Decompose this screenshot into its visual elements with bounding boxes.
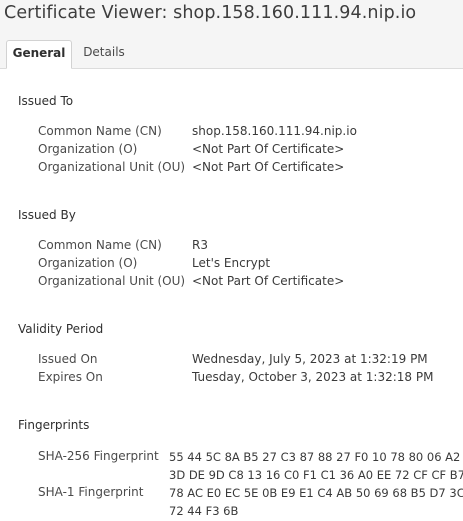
issued-to-o-row: Organization (O) <Not Part Of Certificat… [0, 142, 463, 160]
sha256-value-line-2: 3D DE 9D C8 13 16 C0 F1 C1 36 A0 EE 72 C… [169, 468, 463, 482]
issued-by-cn-label: Common Name (CN) [38, 238, 162, 252]
tab-general[interactable]: General [6, 40, 72, 69]
issued-by-ou-value: <Not Part Of Certificate> [192, 274, 345, 288]
expires-on-value: Tuesday, October 3, 2023 at 1:32:18 PM [192, 370, 434, 384]
issued-on-row: Issued On Wednesday, July 5, 2023 at 1:3… [0, 352, 463, 370]
sha1-label: SHA-1 Fingerprint [38, 485, 144, 499]
issued-by-o-value: Let's Encrypt [192, 256, 271, 270]
issued-on-value: Wednesday, July 5, 2023 at 1:32:19 PM [192, 352, 428, 366]
title-bar[interactable]: Certificate Viewer: shop.158.160.111.94.… [0, 0, 463, 32]
issued-to-cn-row: Common Name (CN) shop.158.160.111.94.nip… [0, 124, 463, 142]
fingerprints-heading: Fingerprints [18, 418, 90, 432]
issued-to-ou-label: Organizational Unit (OU) [38, 160, 186, 174]
sha1-value-line-1: 78 AC E0 EC 5E 0B E9 E1 C4 AB 50 69 68 B… [169, 486, 463, 500]
issued-by-heading: Issued By [18, 208, 76, 222]
sha256-value-line-1: 55 44 5C 8A B5 27 C3 87 88 27 F0 10 78 8… [169, 450, 461, 464]
issued-to-ou-row: Organizational Unit (OU) <Not Part Of Ce… [0, 160, 463, 178]
issued-to-o-label: Organization (O) [38, 142, 138, 156]
issued-to-cn-value: shop.158.160.111.94.nip.io [192, 124, 357, 138]
certificate-viewer-window: Certificate Viewer: shop.158.160.111.94.… [0, 0, 463, 521]
issued-by-cn-value: R3 [192, 238, 208, 252]
issued-by-ou-label: Organizational Unit (OU) [38, 274, 186, 288]
sha1-value-line-2: 72 44 F3 6B [169, 504, 239, 518]
tab-details[interactable]: Details [76, 40, 132, 68]
general-panel: Issued To Common Name (CN) shop.158.160.… [0, 69, 463, 521]
issued-to-heading: Issued To [18, 94, 74, 108]
window-title: Certificate Viewer: shop.158.160.111.94.… [4, 3, 417, 23]
validity-heading: Validity Period [18, 322, 104, 336]
issued-by-cn-row: Common Name (CN) R3 [0, 238, 463, 256]
tab-bar: General Details [0, 32, 463, 69]
expires-on-label: Expires On [38, 370, 103, 384]
issued-to-o-value: <Not Part Of Certificate> [192, 142, 345, 156]
issued-by-o-row: Organization (O) Let's Encrypt [0, 256, 463, 274]
sha256-label: SHA-256 Fingerprint [38, 449, 159, 463]
issued-by-ou-row: Organizational Unit (OU) <Not Part Of Ce… [0, 274, 463, 292]
issued-by-o-label: Organization (O) [38, 256, 138, 270]
issued-to-cn-label: Common Name (CN) [38, 124, 162, 138]
issued-on-label: Issued On [38, 352, 98, 366]
expires-on-row: Expires On Tuesday, October 3, 2023 at 1… [0, 370, 463, 388]
issued-to-ou-value: <Not Part Of Certificate> [192, 160, 345, 174]
